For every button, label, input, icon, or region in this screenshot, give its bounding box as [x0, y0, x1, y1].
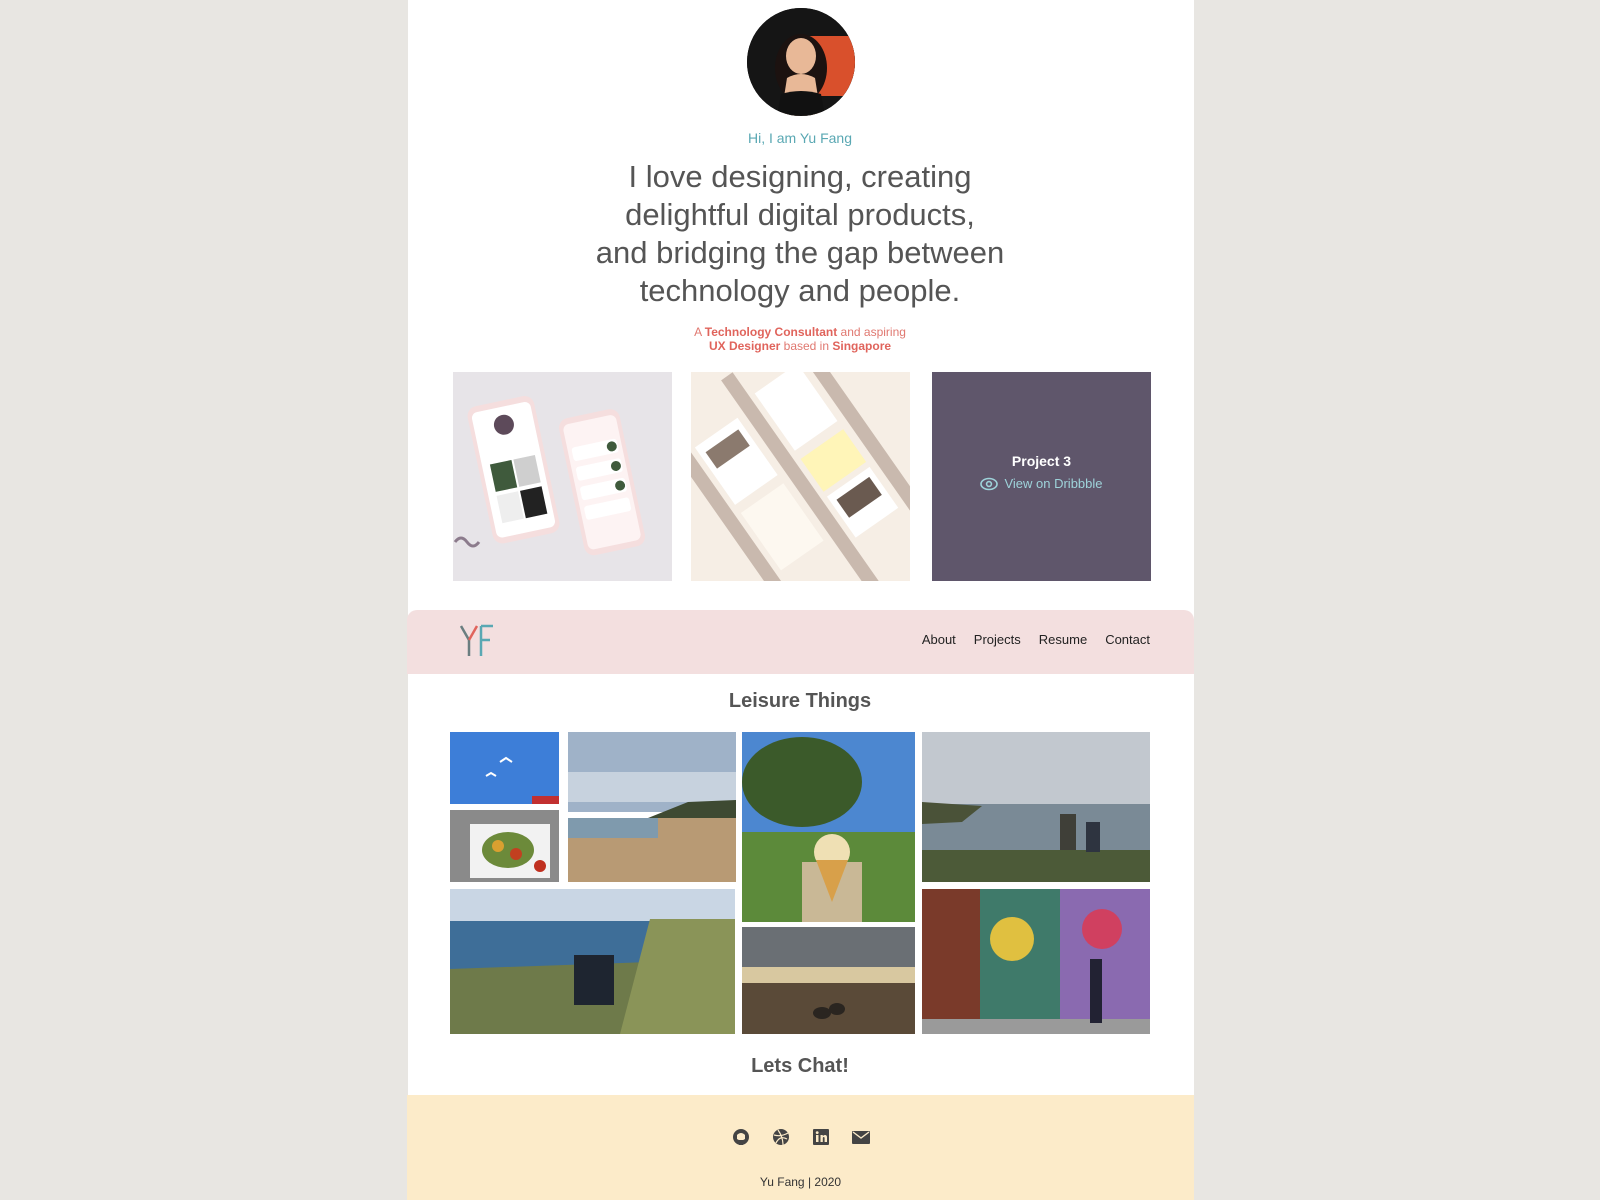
photo-birds-sky [450, 732, 559, 804]
avatar [747, 8, 855, 116]
project-card-3[interactable]: Project 3 View on Dribbble [932, 372, 1151, 581]
project-title: Project 3 [1011, 453, 1072, 469]
headline-line: technology and people. [639, 273, 961, 308]
photo-coast-cliff [922, 732, 1150, 882]
photo-ocean-friends [450, 889, 735, 1034]
photo-sunset-seagulls [742, 927, 915, 1034]
footer: Yu Fang | 2020 [407, 1095, 1194, 1200]
eye-icon [980, 477, 999, 491]
tagline-text: based in [780, 339, 833, 353]
tagline-role: UX Designer [708, 339, 781, 353]
greeting: Hi, I am Yu Fang [747, 130, 852, 146]
dribbble-link[interactable]: View on Dribbble [932, 476, 1151, 491]
dribbble-link-label: View on Dribbble [1004, 476, 1103, 491]
headline-line: I love designing, creating [628, 159, 972, 194]
nav-links: About Projects Resume Contact [922, 632, 1150, 647]
dribbble-icon[interactable] [771, 1127, 791, 1147]
chat-title: Lets Chat! [751, 1055, 849, 1077]
project-card-2[interactable] [691, 372, 910, 581]
photo-graffiti [922, 889, 1150, 1034]
logo[interactable] [457, 622, 497, 662]
social-links [407, 1127, 1194, 1147]
nav-contact[interactable]: Contact [1105, 632, 1150, 647]
tagline-location: Singapore [832, 339, 892, 353]
photo-food [450, 810, 559, 882]
tagline-text: and aspiring [837, 325, 906, 339]
leisure-title: Leisure Things [728, 690, 872, 712]
nav-resume[interactable]: Resume [1039, 632, 1087, 647]
headline-line: delightful digital products, [625, 197, 975, 232]
copyright: Yu Fang | 2020 [759, 1175, 842, 1189]
linkedin-icon[interactable] [811, 1127, 831, 1147]
headline: I love designing, creating delightful di… [560, 158, 1040, 310]
tagline-text: A [694, 325, 705, 339]
tagline-role: Technology Consultant [704, 325, 838, 339]
tagline: A Technology Consultant and aspiring UX … [640, 325, 960, 353]
nav-about[interactable]: About [922, 632, 956, 647]
nav-projects[interactable]: Projects [974, 632, 1021, 647]
photo-beach [568, 732, 736, 882]
headline-line: and bridging the gap between [595, 235, 1005, 270]
project-card-1[interactable] [453, 372, 672, 581]
photo-ice-cream [742, 732, 915, 922]
navbar: About Projects Resume Contact [407, 610, 1194, 674]
email-icon[interactable] [851, 1127, 871, 1147]
github-icon[interactable] [731, 1127, 751, 1147]
